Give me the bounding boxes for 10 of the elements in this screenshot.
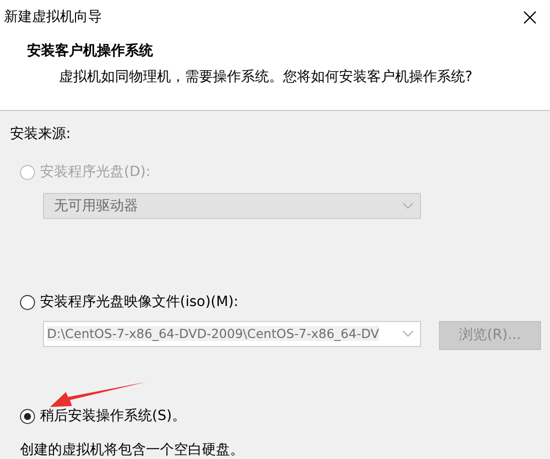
- radio-option[interactable]: 稍后安装操作系统(S)。: [20, 407, 186, 425]
- page-subtitle: 虚拟机如同物理机，需要操作系统。您将如何安装客户机操作系统?: [58, 68, 474, 86]
- source-label: 安装来源:: [10, 125, 72, 143]
- option-description: 创建的虚拟机将包含一个空白硬盘。: [20, 441, 245, 459]
- page-heading: 安装客户机操作系统: [27, 42, 154, 60]
- chevron-icon: [402, 330, 414, 338]
- window-title: 新建虚拟机向导: [4, 8, 102, 26]
- chevron-icon: [402, 202, 414, 210]
- close-button[interactable]: ×: [510, 5, 550, 29]
- radio-option[interactable]: 安装程序光盘映像文件(iso)(M):: [20, 293, 238, 311]
